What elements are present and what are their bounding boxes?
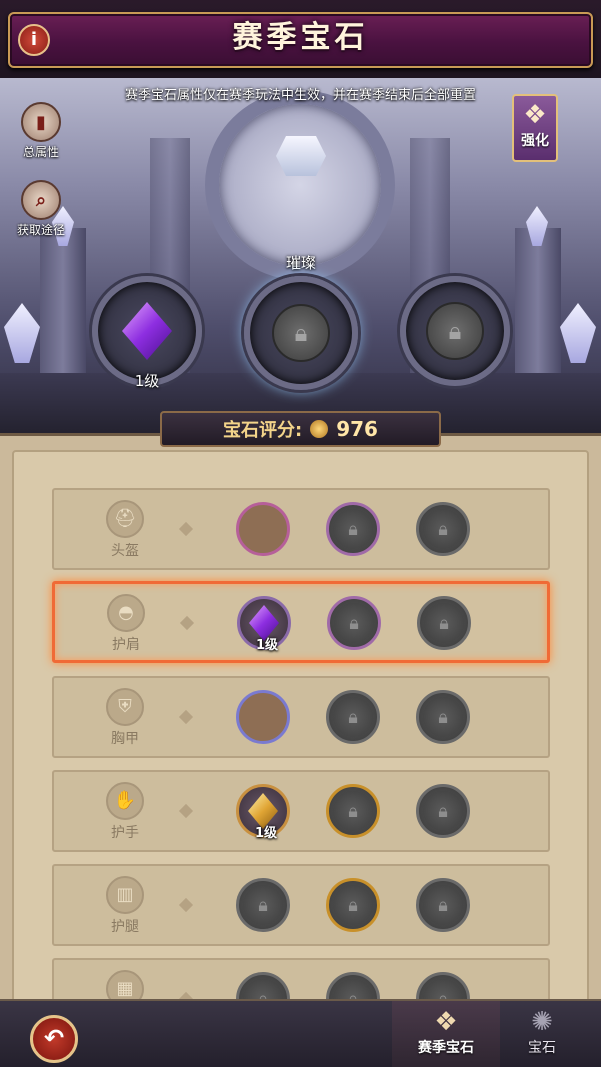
- equipment-slot-row[interactable]: ▦ 🔒︎ 🔒︎ 🔒︎: [52, 958, 550, 1002]
- slot-name: 护腿: [111, 919, 139, 935]
- gem-level-label: 1级: [255, 638, 279, 653]
- purple-gem-icon: [122, 302, 172, 360]
- lock-icon: 🔒︎: [423, 885, 463, 925]
- boots-icon: ▦: [106, 970, 144, 1000]
- crystal-icon: [560, 303, 596, 363]
- season-gem-icon: ❖: [434, 1007, 458, 1037]
- equipment-slot-row[interactable]: ◓ 护肩 1级 🔒︎ 🔒︎: [52, 581, 550, 663]
- row-separator: [178, 803, 194, 819]
- lock-icon: 🔒︎: [333, 509, 373, 549]
- lock-icon: 🔒︎: [424, 603, 464, 643]
- back-arrow-icon: ↶: [43, 1024, 65, 1052]
- gem-slot[interactable]: 🔒︎: [326, 878, 380, 932]
- equipment-slot-row[interactable]: ⛨ 胸甲 🔒︎ 🔒︎: [52, 676, 550, 758]
- row-separator: [179, 615, 195, 631]
- slot-name: 护肩: [112, 637, 140, 653]
- gem-slot[interactable]: 1级: [237, 596, 291, 653]
- slot-icon-group: ⛨ 胸甲: [94, 688, 156, 748]
- gem-altar-scene: 赛季宝石属性仅在赛季玩法中生效，并在赛季结束后全部重置 ▮ 总属性 ⌕ 获取途径…: [0, 78, 601, 433]
- gem-score-value: 976: [336, 417, 378, 441]
- socket-1-level: 1级: [134, 372, 160, 390]
- pauldron-icon: ◓: [107, 594, 145, 632]
- equipment-panel: ⛑ 头盔 🔒︎ 🔒︎ ◓ 护肩 1级 🔒︎ 🔒︎ ⛨ 胸甲 🔒︎ 🔒︎ ✋ 护手 1级 🔒︎ 🔒︎ ▥ 护腿 🔒︎ 🔒︎ 🔒…: [0, 433, 601, 1010]
- header: 赛季宝石 i: [0, 0, 601, 78]
- gem-slot[interactable]: 🔒︎: [326, 502, 380, 556]
- acquire-source-button[interactable]: ⌕ 获取途径: [6, 180, 76, 238]
- page-title: 赛季宝石: [232, 20, 369, 55]
- slot-icon-group: ◓ 护肩: [95, 594, 157, 654]
- gem-slot[interactable]: 🔒︎: [416, 972, 470, 1000]
- lock-icon: 🔒︎: [334, 603, 374, 643]
- back-button[interactable]: ↶: [30, 1015, 78, 1063]
- lock-icon: 🔒︎: [333, 791, 373, 831]
- lock-icon: 🔒︎: [423, 697, 463, 737]
- altar-socket-2[interactable]: 🔒︎: [244, 276, 358, 390]
- slot-name: 头盔: [111, 543, 139, 559]
- lock-icon: 🔒︎: [243, 885, 283, 925]
- gauntlet-icon: ✋: [106, 782, 144, 820]
- lock-icon: 🔒︎: [423, 509, 463, 549]
- gem-score-bar: 宝石评分: 976: [160, 411, 441, 447]
- gem-slot[interactable]: 1级: [236, 784, 290, 841]
- slot-icon-group: ✋ 护手: [94, 782, 156, 842]
- equipment-slot-row[interactable]: ✋ 护手 1级 🔒︎ 🔒︎: [52, 770, 550, 852]
- equipment-slot-row[interactable]: ▥ 护腿 🔒︎ 🔒︎ 🔒︎: [52, 864, 550, 946]
- chestplate-icon: ⛨: [106, 688, 144, 726]
- total-attributes-button[interactable]: ▮ 总属性: [6, 102, 76, 160]
- gem-slot[interactable]: 🔒︎: [416, 690, 470, 744]
- row-separator: [178, 897, 194, 913]
- gem-icon: ✺: [531, 1007, 553, 1037]
- gem-slot[interactable]: 🔒︎: [236, 878, 290, 932]
- strengthen-icon: ❖: [523, 100, 547, 130]
- tab-season-gem[interactable]: ❖ 赛季宝石: [392, 1001, 500, 1067]
- season-notice: 赛季宝石属性仅在赛季玩法中生效，并在赛季结束后全部重置: [124, 88, 476, 103]
- strengthen-button[interactable]: ❖ 强化: [512, 94, 558, 162]
- socket-2-label: 璀璨: [285, 254, 316, 272]
- lock-icon: 🔒︎: [423, 791, 463, 831]
- gem-slot[interactable]: 🔒︎: [417, 596, 471, 650]
- slot-icon-group: ⛑ 头盔: [94, 500, 156, 560]
- row-separator: [178, 709, 194, 725]
- gem-slot[interactable]: [236, 502, 290, 556]
- gem-slot[interactable]: 🔒︎: [416, 878, 470, 932]
- equipment-slot-row[interactable]: ⛑ 头盔 🔒︎ 🔒︎: [52, 488, 550, 570]
- gem-slot[interactable]: 🔒︎: [416, 784, 470, 838]
- altar-socket-3[interactable]: 🔒︎: [400, 276, 510, 386]
- helmet-icon: ⛑: [106, 500, 144, 538]
- info-icon: i: [30, 29, 38, 50]
- gem-slot[interactable]: [236, 690, 290, 744]
- info-button[interactable]: i: [18, 24, 50, 56]
- slot-icon-group: ▥ 护腿: [94, 876, 156, 936]
- gem-slot[interactable]: 🔒︎: [236, 972, 290, 1000]
- floating-crystal-icon: [276, 136, 326, 176]
- slot-icon-group: ▦: [94, 970, 156, 1000]
- slot-name: 胸甲: [111, 731, 139, 747]
- score-star-icon: [310, 420, 329, 438]
- gem-slot[interactable]: 🔒︎: [327, 596, 381, 650]
- gem-score-label: 宝石评分:: [223, 420, 303, 441]
- bottom-nav: ↶ ❖ 赛季宝石 ✺ 宝石: [0, 999, 601, 1067]
- search-icon: ⌕: [21, 180, 61, 220]
- lock-icon: 🔒︎: [272, 304, 330, 362]
- gem-level-label: 1级: [254, 826, 278, 841]
- gem-slot[interactable]: 🔒︎: [326, 690, 380, 744]
- row-separator: [178, 521, 194, 537]
- crystal-icon: [4, 303, 40, 363]
- gem-slot[interactable]: 🔒︎: [326, 972, 380, 1000]
- attributes-icon: ▮: [21, 102, 61, 142]
- lock-icon: 🔒︎: [333, 697, 373, 737]
- lock-icon: 🔒︎: [333, 885, 373, 925]
- lock-icon: 🔒︎: [426, 302, 484, 360]
- gem-slot[interactable]: 🔒︎: [416, 502, 470, 556]
- greaves-icon: ▥: [106, 876, 144, 914]
- gem-slot[interactable]: 🔒︎: [326, 784, 380, 838]
- tab-gem[interactable]: ✺ 宝石: [505, 1001, 579, 1067]
- slot-name: 护手: [111, 825, 139, 841]
